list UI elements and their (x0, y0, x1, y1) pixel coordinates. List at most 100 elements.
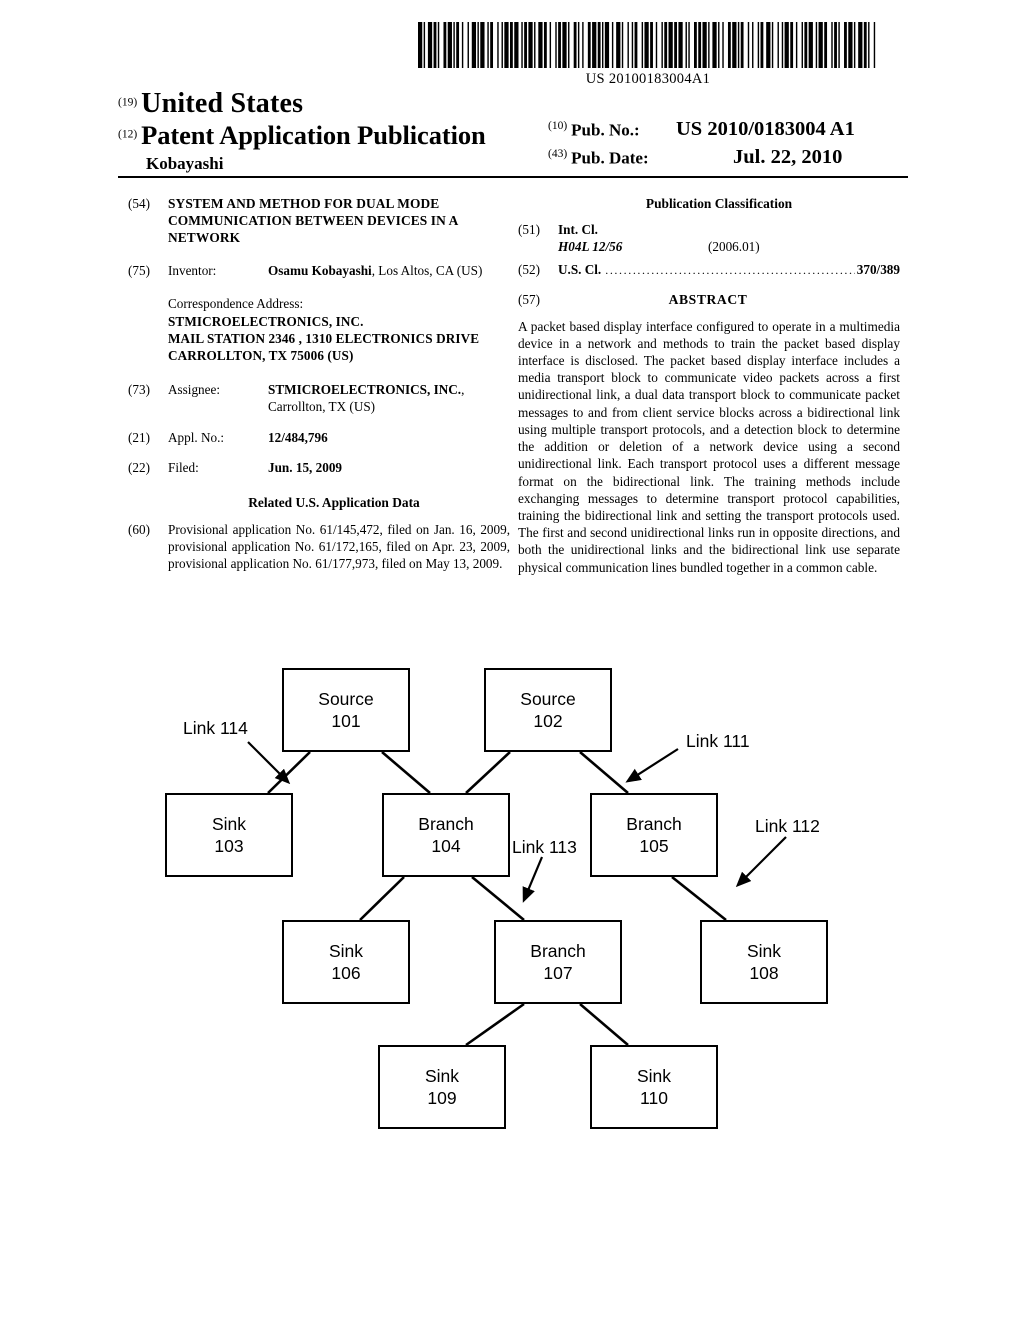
field-code-21: (21) (128, 429, 150, 445)
pub-date-value: Jul. 22, 2010 (733, 146, 843, 168)
node-reference-number: 109 (427, 1088, 457, 1108)
abstract-heading-row: (57) ABSTRACT (518, 292, 900, 308)
filing-date-value: Jun. 15, 2009 (268, 460, 343, 476)
correspondence-line-1: STMICROELECTRONICS, INC. (168, 313, 364, 329)
inventor-location: , Los Altos, CA (US) (371, 262, 483, 278)
node-reference-number: 108 (749, 963, 779, 983)
node-reference-number: 110 (640, 1088, 668, 1108)
assignee-label: Assignee: (168, 382, 221, 398)
invention-title-field: (54) SYSTEM AND METHOD FOR DUAL MODE COM… (128, 196, 510, 247)
figure-edge-101-103 (267, 751, 311, 794)
publication-info: (10) Pub. No.: US 2010/0183004 A1 (43) P… (548, 88, 908, 168)
pub-number-label: Pub. No.: (571, 120, 640, 140)
abstract-text: A packet based display interface configu… (518, 318, 900, 575)
figure-link-label-link-112: Link 112 (755, 816, 820, 836)
figure-edge-101-104 (381, 751, 431, 794)
node-reference-number: 102 (533, 711, 563, 731)
right-column: Publication Classification (51) Int. Cl.… (518, 196, 900, 576)
node-reference-number: 105 (639, 836, 669, 856)
figure-node-branch-105: Branch 105 (590, 793, 718, 877)
pub-number-row: (10) Pub. No.: US 2010/0183004 A1 (548, 118, 908, 148)
figure-leader-arrow (247, 741, 291, 785)
provisional-application-text: Provisional application No. 61/145,472, … (168, 522, 510, 572)
provisional-application-field: (60) Provisional application No. 61/145,… (128, 521, 510, 572)
figure-leader-arrow (522, 856, 544, 903)
field-code-43: (43) (548, 148, 568, 160)
node-type-label: Sink (211, 813, 247, 834)
figure-link-label-link-113: Link 113 (512, 837, 577, 857)
assignee-value: STMICROELECTRONICS, INC., Carrollton, TX… (268, 382, 510, 416)
figure-link-label-link-114: Link 114 (183, 718, 248, 738)
node-reference-number: 103 (214, 836, 244, 856)
application-number-value: 12/484,796 (268, 429, 328, 445)
publication-barcode-number: US 20100183004A1 (585, 71, 711, 87)
leader-dots: ........................................… (605, 262, 855, 277)
figure-edge-105-108 (671, 875, 727, 922)
int-cl-field: (51) Int. Cl. H04L 12/56 (2006.01) (518, 222, 900, 256)
node-type-label: Sink (746, 940, 782, 961)
node-type-label: Source (520, 688, 576, 709)
us-cl-body: U.S. Cl. ...............................… (558, 262, 900, 278)
field-code-60: (60) (128, 522, 150, 538)
int-cl-entry: H04L 12/56 (2006.01) (558, 239, 900, 256)
figure-edge-104-107 (471, 875, 525, 922)
filing-date-label: Filed: (168, 460, 199, 476)
figure-leader-arrow (735, 836, 787, 888)
inventor-name: Osamu Kobayashi (268, 262, 372, 278)
publication-classification-heading: Publication Classification (645, 196, 793, 211)
field-code-19: (19) (118, 96, 138, 109)
node-reference-number: 104 (431, 836, 461, 856)
node-type-label: Sink (636, 1065, 672, 1086)
invention-title: SYSTEM AND METHOD FOR DUAL MODE COMMUNIC… (168, 196, 458, 245)
us-cl-value: 370/389 (856, 261, 900, 277)
country-name: United States (141, 88, 304, 119)
related-application-data-heading: Related U.S. Application Data (248, 495, 420, 511)
field-code-52: (52) (518, 261, 540, 277)
header-divider (118, 176, 908, 178)
int-cl-label: Int. Cl. (558, 222, 598, 237)
figure-node-source-102: Source 102 (484, 668, 612, 752)
node-reference-number: 101 (331, 711, 361, 731)
field-code-54: (54) (128, 196, 150, 211)
figure-node-sink-110: Sink 110 (590, 1045, 718, 1129)
figure-node-source-101: Source 101 (282, 668, 410, 752)
node-type-label: Sink (424, 1065, 460, 1086)
node-type-label: Sink (328, 940, 364, 961)
figure-link-label-link-111: Link 111 (686, 731, 750, 751)
inventor-value: Osamu Kobayashi, Los Altos, CA (US) (268, 263, 510, 280)
correspondence-line-2: MAIL STATION 2346 , 1310 ELECTRONICS DRI… (168, 330, 480, 346)
figure-edge-107-110 (579, 1003, 629, 1046)
int-cl-symbol: H04L 12/56 (558, 238, 623, 254)
field-code-22: (22) (128, 460, 150, 476)
node-reference-number: 106 (331, 963, 361, 983)
application-number-field: (21) Appl. No.: 12/484,796 (128, 430, 510, 447)
inventor-label: Inventor: (168, 262, 217, 278)
figure-edge-104-106 (359, 876, 405, 921)
field-code-12: (12) (118, 128, 138, 141)
node-type-label: Branch (530, 940, 586, 961)
figure-edge-102-105 (579, 751, 629, 794)
figure-edge-102-104 (465, 751, 511, 794)
barcode-block: US 20100183004A1 (418, 22, 878, 88)
field-code-51: (51) (518, 222, 540, 237)
correspondence-heading: Correspondence Address: (168, 296, 304, 312)
field-code-10: (10) (548, 120, 568, 132)
assignee-name: STMICROELECTRONICS, INC. (268, 382, 462, 398)
filing-date-field: (22) Filed: Jun. 15, 2009 (128, 460, 510, 477)
figure-node-sink-103: Sink 103 (165, 793, 293, 877)
int-cl-version: (2006.01) (708, 238, 760, 254)
us-cl-label: U.S. Cl. (558, 261, 602, 277)
pub-date-row: (43) Pub. Date: Jul. 22, 2010 (548, 146, 908, 176)
left-column: (54) SYSTEM AND METHOD FOR DUAL MODE COM… (128, 196, 510, 573)
barcode-image (418, 22, 876, 68)
field-code-75: (75) (128, 262, 150, 278)
us-cl-field: (52) U.S. Cl. ..........................… (518, 262, 900, 278)
pub-date-label: Pub. Date: (571, 148, 649, 168)
figure-node-sink-108: Sink 108 (700, 920, 828, 1004)
inventor-field: (75) Inventor: Osamu Kobayashi, Los Alto… (128, 263, 510, 280)
node-type-label: Branch (418, 813, 474, 834)
node-type-label: Branch (626, 813, 682, 834)
node-type-label: Source (318, 688, 374, 709)
document-type: Patent Application Publication (141, 120, 486, 150)
figure-node-branch-107: Branch 107 (494, 920, 622, 1004)
